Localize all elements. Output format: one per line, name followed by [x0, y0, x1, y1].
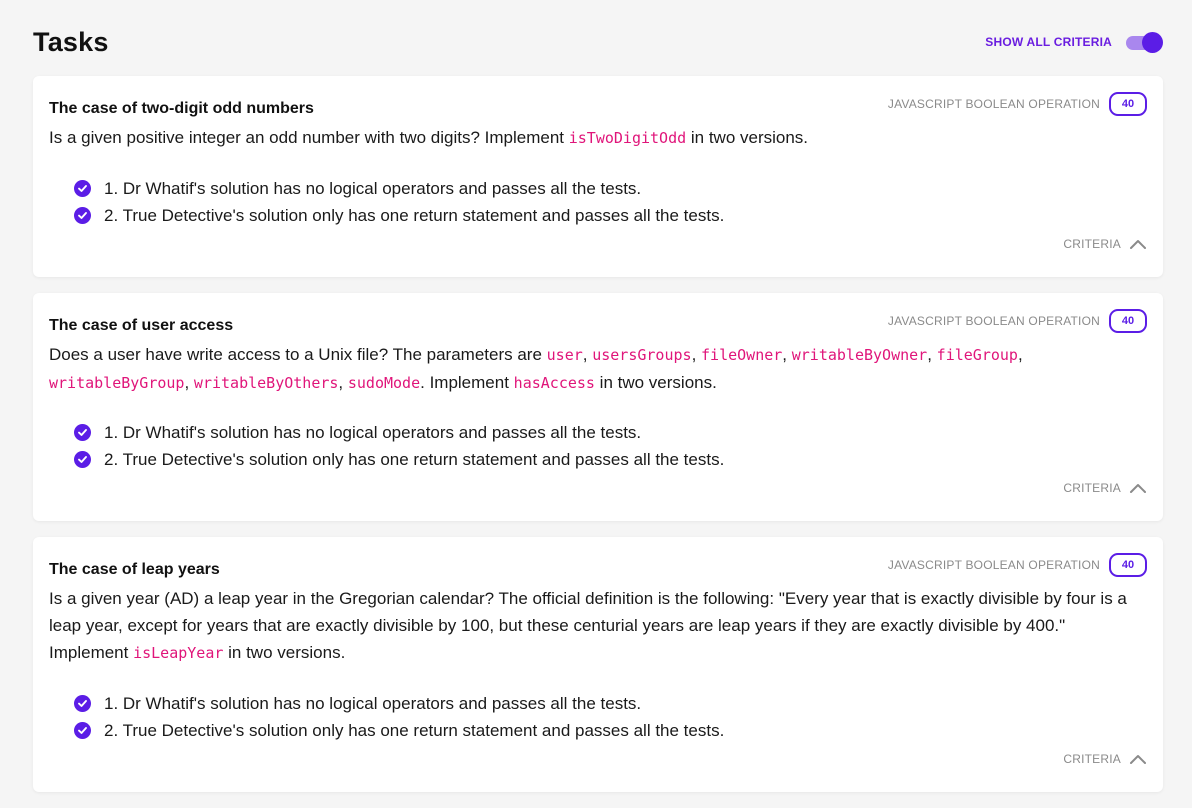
chevron-up-icon — [1130, 484, 1146, 493]
criteria-item: 1. Dr Whatif's solution has no logical o… — [74, 419, 724, 446]
code-identifier: fileGroup — [936, 346, 1018, 364]
criteria-list: 1. Dr Whatif's solution has no logical o… — [74, 690, 724, 744]
criteria-toggle-label: CRITERIA — [1063, 237, 1121, 251]
check-circle-icon — [74, 207, 91, 224]
task-card: The case of two-digit odd numbers JAVASC… — [33, 76, 1163, 277]
task-meta: JAVASCRIPT BOOLEAN OPERATION 40 — [888, 92, 1147, 116]
task-card: The case of leap years JAVASCRIPT BOOLEA… — [33, 537, 1163, 792]
show-all-criteria-toggle[interactable] — [1126, 32, 1163, 53]
task-title: The case of user access — [49, 317, 234, 334]
task-category: JAVASCRIPT BOOLEAN OPERATION — [887, 314, 1100, 328]
task-title: The case of leap years — [49, 561, 220, 578]
criteria-text: 1. Dr Whatif's solution has no logical o… — [104, 693, 642, 713]
criteria-collapse-button[interactable]: CRITERIA — [1063, 752, 1147, 766]
task-meta: JAVASCRIPT BOOLEAN OPERATION 40 — [888, 309, 1147, 333]
code-identifier: writableByGroup — [49, 374, 185, 392]
show-all-criteria-control: SHOW ALL CRITERIA — [985, 32, 1163, 53]
criteria-item: 1. Dr Whatif's solution has no logical o… — [74, 175, 724, 202]
code-identifier: sudoMode — [347, 374, 421, 392]
task-category: JAVASCRIPT BOOLEAN OPERATION — [887, 558, 1100, 572]
show-all-criteria-label[interactable]: SHOW ALL CRITERIA — [985, 35, 1112, 49]
task-meta: JAVASCRIPT BOOLEAN OPERATION 40 — [888, 553, 1147, 577]
task-description: Does a user have write access to a Unix … — [49, 345, 1023, 392]
task-card: The case of user access JAVASCRIPT BOOLE… — [33, 293, 1163, 521]
code-identifier: usersGroups — [592, 346, 692, 364]
task-card-header: The case of user access JAVASCRIPT BOOLE… — [49, 309, 1147, 334]
criteria-text: 1. Dr Whatif's solution has no logical o… — [104, 178, 642, 198]
task-points-badge: 40 — [1109, 92, 1147, 116]
criteria-list: 1. Dr Whatif's solution has no logical o… — [74, 419, 724, 473]
code-identifier: isTwoDigitOdd — [568, 129, 687, 147]
check-circle-icon — [74, 424, 91, 441]
criteria-toggle-label: CRITERIA — [1063, 481, 1121, 495]
check-circle-icon — [74, 695, 91, 712]
chevron-up-icon — [1130, 755, 1146, 764]
criteria-item: 2. True Detective's solution only has on… — [74, 202, 724, 229]
page-header: Tasks SHOW ALL CRITERIA — [33, 24, 1163, 60]
task-description: Is a given year (AD) a leap year in the … — [49, 589, 1127, 662]
code-identifier: fileOwner — [701, 346, 783, 364]
chevron-up-icon — [1130, 240, 1146, 249]
criteria-text: 2. True Detective's solution only has on… — [104, 720, 725, 740]
task-title: The case of two-digit odd numbers — [49, 100, 314, 117]
criteria-item: 2. True Detective's solution only has on… — [74, 446, 724, 473]
task-points-badge: 40 — [1109, 309, 1147, 333]
task-card-header: The case of two-digit odd numbers JAVASC… — [49, 92, 1147, 117]
code-identifier: writableByOwner — [791, 346, 928, 364]
task-points-badge: 40 — [1109, 553, 1147, 577]
code-identifier: writableByOthers — [193, 374, 339, 392]
check-circle-icon — [74, 722, 91, 739]
check-circle-icon — [74, 451, 91, 468]
code-identifier: hasAccess — [513, 374, 595, 392]
criteria-text: 2. True Detective's solution only has on… — [104, 449, 725, 469]
task-category: JAVASCRIPT BOOLEAN OPERATION — [887, 97, 1100, 111]
criteria-collapse-button[interactable]: CRITERIA — [1063, 481, 1147, 495]
criteria-list: 1. Dr Whatif's solution has no logical o… — [74, 175, 724, 229]
code-identifier: user — [546, 346, 583, 364]
criteria-item: 1. Dr Whatif's solution has no logical o… — [74, 690, 724, 717]
task-description: Is a given positive integer an odd numbe… — [49, 128, 809, 147]
check-circle-icon — [74, 180, 91, 197]
page-title: Tasks — [33, 26, 109, 57]
criteria-collapse-button[interactable]: CRITERIA — [1063, 237, 1147, 251]
task-card-header: The case of leap years JAVASCRIPT BOOLEA… — [49, 553, 1147, 578]
code-identifier: isLeapYear — [133, 644, 224, 662]
criteria-text: 2. True Detective's solution only has on… — [104, 205, 725, 225]
criteria-text: 1. Dr Whatif's solution has no logical o… — [104, 422, 642, 442]
toggle-knob — [1142, 32, 1163, 53]
criteria-item: 2. True Detective's solution only has on… — [74, 717, 724, 744]
criteria-toggle-label: CRITERIA — [1063, 752, 1121, 766]
